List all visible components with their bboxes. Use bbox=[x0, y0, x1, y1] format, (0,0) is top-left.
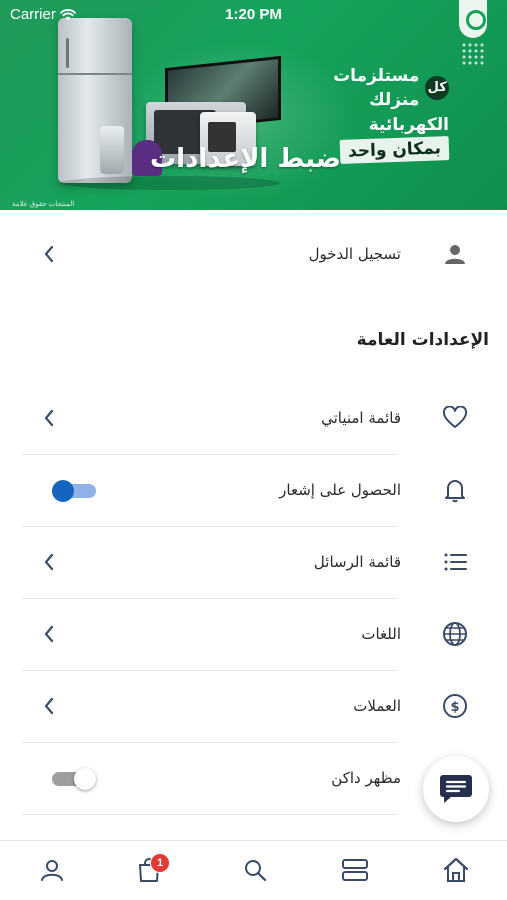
settings-item-label: قائمة امنياتي bbox=[321, 409, 401, 427]
bell-icon bbox=[441, 476, 469, 504]
person-icon bbox=[441, 240, 469, 268]
cart-badge: 1 bbox=[150, 853, 170, 873]
settings-item-currencies[interactable]: العملات $ bbox=[0, 670, 507, 742]
chevron-left-icon bbox=[40, 697, 58, 715]
chevron-left-icon bbox=[40, 245, 58, 263]
divider bbox=[22, 814, 398, 815]
settings-item-label: مظهر داكن bbox=[331, 769, 401, 787]
chevron-left-icon bbox=[40, 409, 58, 427]
promo-line-1-text: مستلزمات منزلك bbox=[333, 66, 420, 110]
chevron-left-icon bbox=[40, 625, 58, 643]
categories-icon bbox=[342, 859, 368, 881]
tab-categories[interactable] bbox=[340, 855, 370, 885]
banner-watermark: المنتجات حقوق علامة bbox=[12, 201, 75, 208]
status-time: 1:20 PM bbox=[225, 6, 282, 23]
products-shadow bbox=[60, 176, 280, 190]
settings-item-label: الحصول على إشعار bbox=[279, 481, 401, 499]
promo-line-2: الكهربائية bbox=[368, 115, 449, 135]
settings-item-label: قائمة الرسائل bbox=[313, 553, 401, 571]
globe-icon bbox=[441, 620, 469, 648]
dots-pattern bbox=[461, 42, 485, 66]
tab-home[interactable] bbox=[441, 855, 471, 885]
home-icon bbox=[443, 857, 469, 882]
login-label: تسجيل الدخول bbox=[308, 245, 401, 263]
dark-mode-toggle[interactable] bbox=[52, 768, 96, 790]
promo-line-3: بمكان واحد bbox=[339, 136, 450, 164]
settings-item-messages[interactable]: قائمة الرسائل bbox=[0, 526, 507, 598]
header-banner: كل مستلزمات منزلك الكهربائية بمكان واحد … bbox=[0, 0, 507, 210]
promo-line-1: كل مستلزمات منزلك bbox=[279, 64, 449, 112]
settings-item-label: اللغات bbox=[361, 625, 401, 643]
profile-icon bbox=[41, 860, 63, 881]
promo-badge: كل bbox=[425, 76, 449, 100]
bottom-tab-bar: 1 bbox=[0, 840, 507, 900]
settings-item-notifications: الحصول على إشعار bbox=[0, 454, 507, 526]
dollar-icon: $ bbox=[441, 692, 469, 720]
blender-image bbox=[100, 126, 124, 174]
list-icon bbox=[441, 548, 469, 576]
chevron-left-icon bbox=[40, 553, 58, 571]
login-row[interactable]: تسجيل الدخول bbox=[0, 218, 507, 290]
notifications-toggle[interactable] bbox=[52, 480, 96, 502]
tab-search[interactable] bbox=[240, 855, 270, 885]
toggle-knob bbox=[52, 480, 74, 502]
settings-item-languages[interactable]: اللغات bbox=[0, 598, 507, 670]
tab-profile[interactable] bbox=[37, 855, 67, 885]
settings-item-wishlist[interactable]: قائمة امنياتي bbox=[0, 382, 507, 454]
settings-item-label: العملات bbox=[353, 697, 401, 715]
chat-icon bbox=[440, 775, 472, 803]
status-bar: Carrier 1:20 PM bbox=[0, 0, 507, 30]
heart-icon bbox=[441, 404, 469, 432]
chat-button[interactable] bbox=[423, 756, 489, 822]
page-title: ضبط الإعدادات bbox=[150, 144, 341, 174]
search-icon bbox=[245, 860, 267, 882]
toggle-knob bbox=[74, 768, 96, 790]
svg-text:$: $ bbox=[450, 700, 459, 715]
section-title-general: الإعدادات العامة bbox=[356, 330, 489, 350]
